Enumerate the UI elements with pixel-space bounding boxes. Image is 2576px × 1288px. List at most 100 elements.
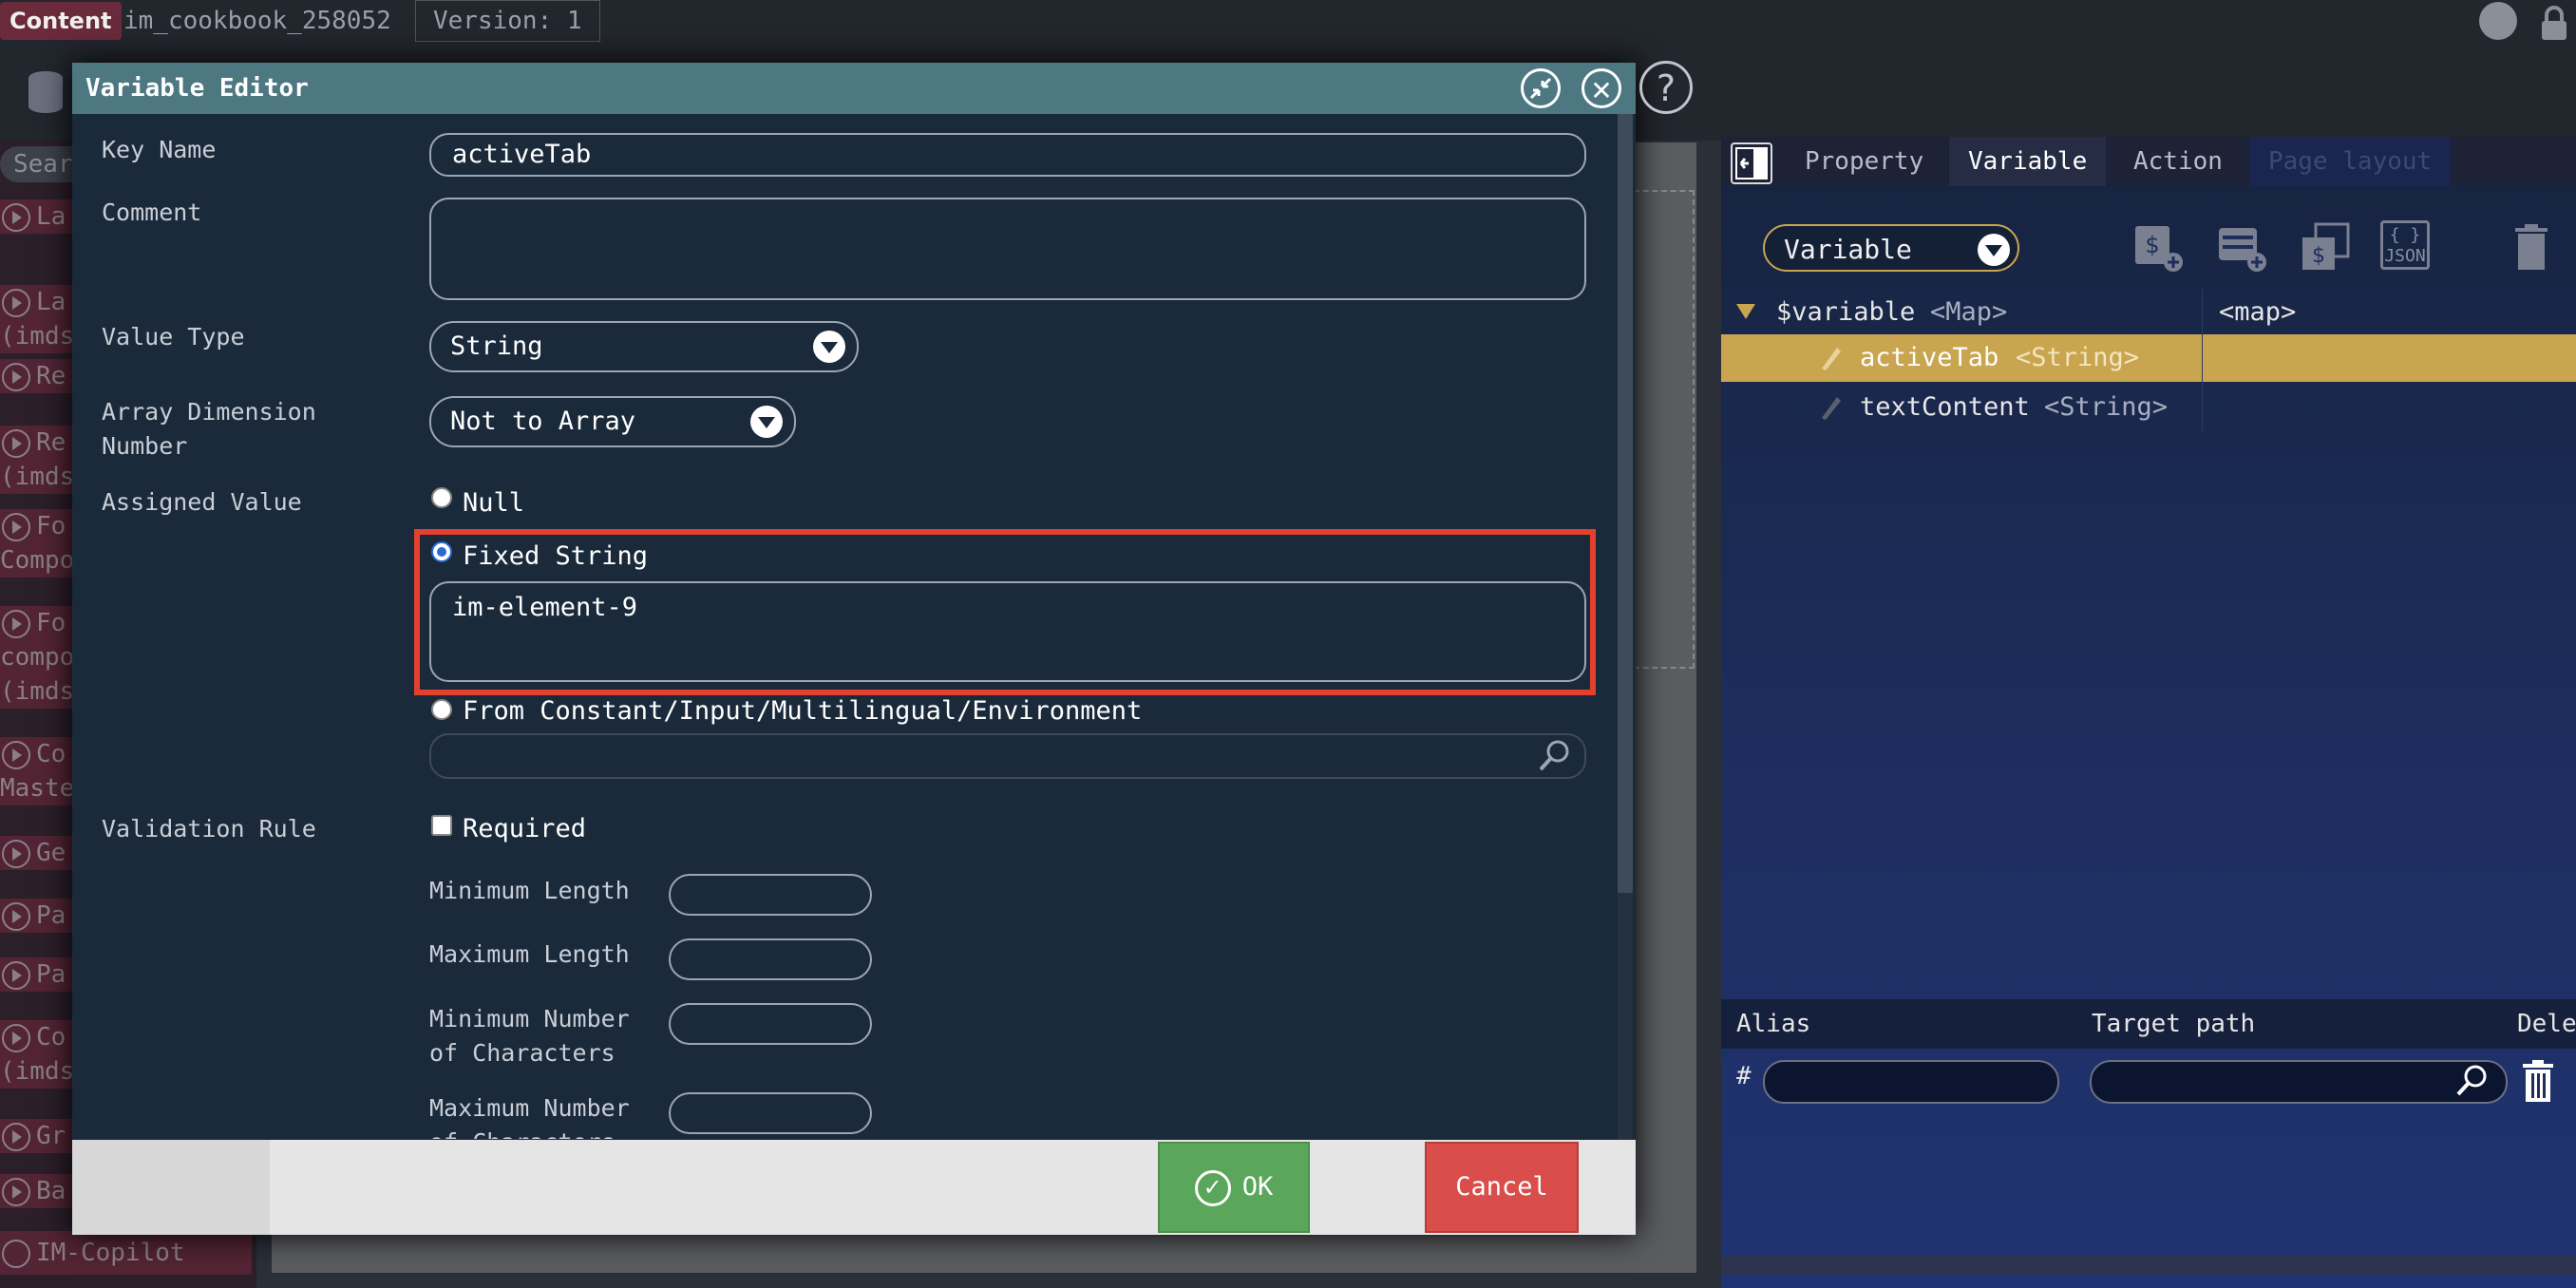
value-type-value: String bbox=[450, 331, 543, 361]
play-icon bbox=[2, 202, 30, 232]
validation-rule-label: Validation Rule bbox=[102, 815, 316, 843]
sidebar-item-label: Re bbox=[36, 362, 66, 390]
from-constant-radio[interactable] bbox=[431, 699, 452, 720]
dialog-footer-left bbox=[72, 1140, 270, 1235]
target-path-input[interactable] bbox=[2090, 1060, 2508, 1104]
copilot-item[interactable]: IM-Copilot bbox=[0, 1231, 252, 1275]
tree-root-value: <map> bbox=[2219, 297, 2297, 327]
array-dimension-label: Array Dimension Number bbox=[102, 398, 316, 460]
play-icon bbox=[2, 288, 30, 317]
play-icon bbox=[2, 1122, 30, 1151]
svg-text:$: $ bbox=[2312, 244, 2325, 268]
cancel-button[interactable]: Cancel bbox=[1425, 1142, 1579, 1233]
play-icon bbox=[2, 1177, 30, 1206]
lock-icon[interactable] bbox=[2534, 4, 2572, 42]
add-variable-icon[interactable]: $ bbox=[2131, 220, 2187, 275]
min-length-input[interactable] bbox=[669, 874, 872, 916]
search-icon[interactable] bbox=[2453, 1062, 2491, 1100]
search-icon[interactable] bbox=[1535, 737, 1573, 775]
row-marker: # bbox=[1736, 1062, 1752, 1090]
required-checkbox[interactable] bbox=[431, 815, 452, 836]
version-label[interactable]: Version: 1 bbox=[415, 0, 600, 42]
array-dimension-value: Not to Array bbox=[450, 407, 636, 436]
expand-triangle-icon[interactable] bbox=[1736, 304, 1755, 319]
tree-item-name: activeTab bbox=[1860, 343, 1999, 372]
alias-header-label: Alias bbox=[1736, 1010, 1811, 1038]
trash-icon[interactable] bbox=[2519, 1058, 2557, 1104]
chevron-down-icon bbox=[750, 406, 783, 438]
value-type-select[interactable]: String bbox=[429, 321, 859, 372]
minimize-icon[interactable] bbox=[1521, 68, 1561, 108]
target-path-header-label: Target path bbox=[2092, 1010, 2256, 1038]
play-icon bbox=[2, 740, 30, 769]
tree-row-root[interactable]: $variable <Map> <map> bbox=[1721, 289, 2576, 336]
alias-input[interactable] bbox=[1763, 1060, 2059, 1104]
dialog-scrollbar-thumb[interactable] bbox=[1618, 114, 1633, 893]
null-radio-label: Null bbox=[463, 488, 525, 518]
horizontal-scrollbar[interactable] bbox=[1721, 1256, 2576, 1275]
tree-row-selected[interactable]: activeTab <String> bbox=[1721, 334, 2576, 382]
tree-root-name: $variable bbox=[1776, 297, 1916, 327]
tab-variable[interactable]: Variable bbox=[1949, 137, 2107, 186]
alias-header: Alias Target path Dele bbox=[1721, 999, 2576, 1049]
dialog-title: Variable Editor bbox=[85, 74, 309, 103]
tree-row[interactable]: textContent <String> bbox=[1721, 384, 2576, 431]
array-dimension-select[interactable]: Not to Array bbox=[429, 396, 796, 447]
variable-type-select[interactable]: Variable bbox=[1763, 224, 2019, 272]
ok-label: OK bbox=[1241, 1172, 1274, 1202]
from-constant-radio-label: From Constant/Input/Multilingual/Environ… bbox=[463, 696, 1143, 726]
null-radio[interactable] bbox=[431, 487, 452, 508]
database-icon[interactable] bbox=[21, 65, 78, 122]
min-chars-label: Minimum Number of Characters bbox=[429, 1005, 630, 1067]
json-icon[interactable]: { } JSON bbox=[2380, 220, 2430, 270]
check-circle-icon: ✓ bbox=[1194, 1169, 1231, 1206]
max-length-input[interactable] bbox=[669, 938, 872, 980]
play-icon bbox=[2, 839, 30, 868]
tree-item-type: <String> bbox=[2016, 343, 2140, 372]
ok-button[interactable]: ✓ OK bbox=[1158, 1142, 1310, 1233]
comment-label: Comment bbox=[102, 199, 202, 226]
canvas-element[interactable] bbox=[1634, 190, 1695, 669]
comment-textarea[interactable] bbox=[429, 198, 1586, 300]
trash-icon[interactable] bbox=[2508, 220, 2563, 275]
tab-page-layout[interactable]: Page layout bbox=[2249, 137, 2452, 186]
variable-type-value: Variable bbox=[1784, 234, 1912, 265]
assigned-value-label: Assigned Value bbox=[102, 488, 302, 516]
play-icon bbox=[2, 609, 30, 638]
min-chars-input[interactable] bbox=[669, 1003, 872, 1045]
min-length-label: Minimum Length bbox=[429, 877, 630, 904]
tab-action[interactable]: Action bbox=[2114, 137, 2242, 186]
content-badge[interactable]: Content bbox=[0, 2, 122, 40]
pencil-icon bbox=[1822, 348, 1841, 370]
dialog-footer bbox=[72, 1140, 1636, 1235]
max-chars-label: Maximum Number of Characters bbox=[429, 1094, 630, 1139]
delete-header-label: Dele bbox=[2517, 1010, 2576, 1038]
avatar[interactable] bbox=[2479, 2, 2517, 40]
close-icon[interactable]: ✕ bbox=[1582, 68, 1621, 108]
play-icon bbox=[2, 1023, 30, 1052]
help-icon[interactable]: ? bbox=[1639, 61, 1693, 114]
tab-property[interactable]: Property bbox=[1786, 137, 1942, 186]
key-name-input[interactable]: activeTab bbox=[429, 133, 1586, 177]
collapse-panel-icon[interactable] bbox=[1731, 142, 1772, 184]
chevron-down-icon bbox=[813, 331, 845, 363]
sidebar-item-label: Ba bbox=[36, 1177, 66, 1205]
json-label: JSON bbox=[2384, 246, 2426, 266]
tree-root-type: <Map> bbox=[1930, 297, 2008, 327]
sidebar-item-label: Ge bbox=[36, 839, 66, 867]
tree-item-type: <String> bbox=[2044, 392, 2169, 422]
add-db-variable-icon[interactable] bbox=[2215, 220, 2270, 275]
play-icon bbox=[2, 428, 30, 458]
fixed-string-radio[interactable] bbox=[431, 541, 452, 562]
sidebar-item-label: Gr bbox=[36, 1122, 66, 1150]
value-type-label: Value Type bbox=[102, 323, 245, 350]
sidebar-item-label: La bbox=[36, 202, 66, 231]
max-chars-input[interactable] bbox=[669, 1092, 872, 1134]
copy-variable-icon[interactable]: $ bbox=[2299, 220, 2354, 275]
play-icon bbox=[2, 362, 30, 391]
play-icon bbox=[2, 512, 30, 541]
required-label: Required bbox=[463, 814, 587, 843]
constant-input[interactable] bbox=[429, 733, 1586, 779]
fixed-string-textarea[interactable]: im-element-9 bbox=[429, 581, 1586, 682]
pencil-icon bbox=[1822, 397, 1841, 420]
